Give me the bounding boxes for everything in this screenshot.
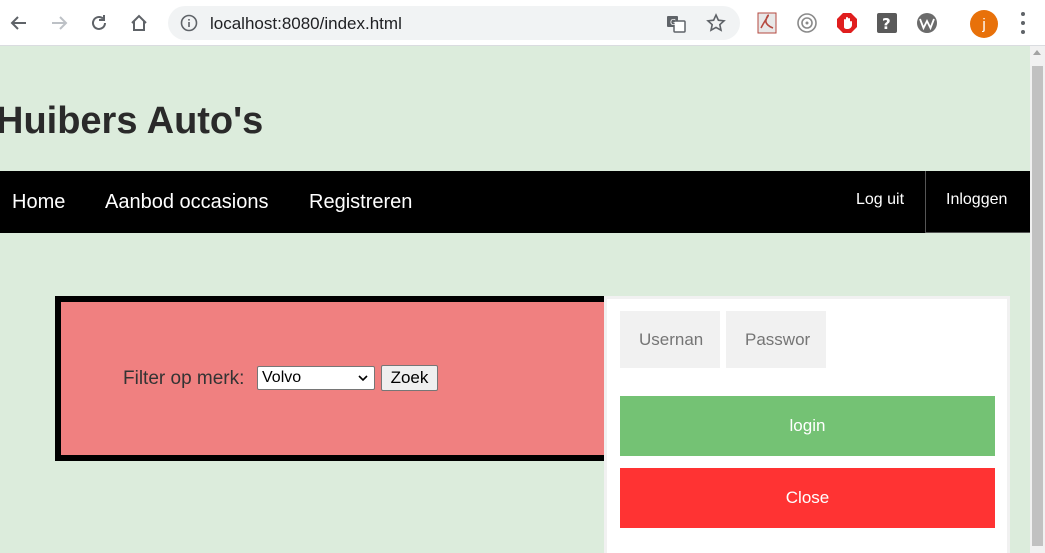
profile-avatar[interactable]: j (970, 10, 998, 38)
adblock-icon (837, 13, 857, 33)
site-title: Huibers Auto's (0, 100, 264, 142)
scroll-thumb[interactable] (1032, 66, 1043, 546)
wordpress-icon (917, 13, 937, 33)
page-scrollbar[interactable] (1030, 46, 1045, 553)
nav-home[interactable]: Home (12, 191, 65, 214)
filter-label: Filter op merk: (123, 368, 245, 389)
forward-arrow-icon (52, 16, 68, 30)
reload-button[interactable] (84, 8, 114, 38)
scroll-up-arrow-icon[interactable] (1033, 50, 1041, 55)
back-button[interactable] (4, 8, 34, 38)
browser-toolbar: localhost:8080/index.html G ? j (0, 0, 1045, 46)
translate-icon[interactable]: G (666, 14, 686, 34)
home-icon (131, 14, 147, 31)
url-text[interactable]: localhost:8080/index.html (210, 14, 402, 34)
nav-registreren[interactable]: Registreren (309, 191, 412, 214)
close-button[interactable]: Close (620, 468, 995, 528)
browser-menu-icon[interactable] (1014, 12, 1032, 34)
svg-text:G: G (670, 18, 676, 27)
search-button[interactable]: Zoek (381, 365, 438, 391)
wordpress-extension-button[interactable] (916, 12, 938, 34)
help-extension-button[interactable]: ? (876, 12, 898, 34)
password-input[interactable]: Passwor (726, 311, 826, 368)
filter-panel: Filter op merk: Volvo Zoek (55, 296, 610, 461)
main-navbar: Home Aanbod occasions Registreren Log ui… (0, 171, 1030, 233)
adblock-extension-button[interactable] (836, 12, 858, 34)
forward-button[interactable] (44, 8, 74, 38)
brand-select-value: Volvo (262, 369, 302, 386)
nav-logout[interactable]: Log uit (856, 191, 904, 209)
address-bar[interactable]: localhost:8080/index.html G (168, 6, 740, 40)
chevron-down-icon (358, 375, 368, 382)
bookmark-star-icon[interactable] (706, 13, 726, 33)
pdf-icon (757, 12, 777, 34)
svg-text:?: ? (882, 15, 891, 33)
audio-icon (797, 13, 817, 33)
username-input[interactable]: Usernan (620, 311, 720, 368)
reload-icon (92, 15, 106, 30)
login-panel: Usernan Passwor login Close (604, 296, 1010, 553)
login-button[interactable]: login (620, 396, 995, 456)
back-arrow-icon (10, 16, 26, 30)
nav-login[interactable]: Inloggen (946, 191, 1007, 209)
help-icon: ? (877, 13, 897, 33)
audio-extension-button[interactable] (796, 12, 818, 34)
info-icon[interactable] (180, 14, 198, 32)
home-button[interactable] (124, 8, 154, 38)
nav-aanbod-occasions[interactable]: Aanbod occasions (105, 191, 268, 214)
brand-select[interactable]: Volvo (257, 366, 375, 390)
pdf-extension-button[interactable] (756, 12, 778, 34)
